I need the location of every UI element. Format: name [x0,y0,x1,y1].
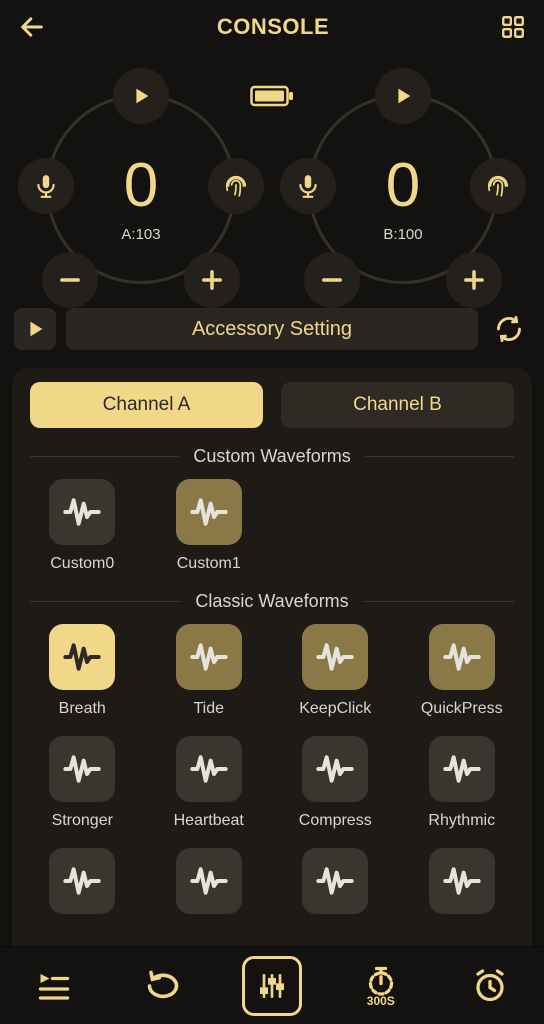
mixer-tab[interactable] [242,956,302,1016]
channel-b-label: B:100 [274,226,532,243]
waveform-label: Compress [299,812,372,830]
channel-b-fingerprint-button[interactable] [470,158,526,214]
classic-wave-QuickPress[interactable]: QuickPress [410,624,515,718]
timer-label: 300S [367,994,395,1008]
page-title: CONSOLE [217,14,329,40]
waveform-label: Rhythmic [428,812,495,830]
channel-a-plus-button[interactable] [184,252,240,308]
waveform-label: KeepClick [299,700,371,718]
waveform-icon [302,736,368,802]
sync-button[interactable] [488,308,530,350]
classic-wave-9[interactable] [157,848,262,914]
waveform-label: Custom0 [50,555,114,573]
tab-channel-b[interactable]: Channel B [281,382,514,428]
waveform-icon [176,479,242,545]
classic-wave-Tide[interactable]: Tide [157,624,262,718]
waveform-icon [49,624,115,690]
waveform-icon [429,624,495,690]
channel-dials: 0 A:103 0 B:100 [0,54,544,304]
waveform-panel: Channel A Channel B Custom Waveforms Cus… [12,368,532,988]
waveform-icon [49,736,115,802]
waveform-label: Custom1 [177,555,241,573]
classic-wave-8[interactable] [30,848,135,914]
channel-b-mic-button[interactable] [280,158,336,214]
classic-wave-KeepClick[interactable]: KeepClick [283,624,388,718]
channel-b-minus-button[interactable] [304,252,360,308]
classic-wave-Breath[interactable]: Breath [30,624,135,718]
waveform-label: Breath [59,700,106,718]
classic-section-title: Classic Waveforms [30,591,514,612]
classic-wave-Heartbeat[interactable]: Heartbeat [157,736,262,830]
accessory-play-button[interactable] [14,308,56,350]
waveform-icon [176,736,242,802]
classic-wave-Rhythmic[interactable]: Rhythmic [410,736,515,830]
bottom-tab-bar: 300S [0,946,544,1024]
waveform-icon [429,848,495,914]
channel-b-play-button[interactable] [375,68,431,124]
channel-a-fingerprint-button[interactable] [208,158,264,214]
waveform-label: Stronger [52,812,113,830]
classic-wave-11[interactable] [410,848,515,914]
waveform-label: QuickPress [421,700,503,718]
playlist-tab[interactable] [24,956,84,1016]
channel-a-mic-button[interactable] [18,158,74,214]
custom-wave-Custom0[interactable]: Custom0 [30,479,135,573]
channel-a-minus-button[interactable] [42,252,98,308]
waveform-icon [49,479,115,545]
classic-wave-Stronger[interactable]: Stronger [30,736,135,830]
channel-b-dial: 0 B:100 [274,54,532,304]
classic-wave-Compress[interactable]: Compress [283,736,388,830]
classic-wave-10[interactable] [283,848,388,914]
waveform-icon [176,848,242,914]
timer-tab[interactable]: 300S [351,956,411,1016]
waveform-icon [176,624,242,690]
back-button[interactable] [18,13,46,41]
custom-section-title: Custom Waveforms [30,446,514,467]
channel-a-label: A:103 [12,226,270,243]
alarm-tab[interactable] [460,956,520,1016]
waveform-icon [302,624,368,690]
accessory-setting-button[interactable]: Accessory Setting [66,308,478,350]
waveform-icon [49,848,115,914]
waveform-label: Tide [193,700,224,718]
tab-channel-a[interactable]: Channel A [30,382,263,428]
channel-a-play-button[interactable] [113,68,169,124]
channel-a-dial: 0 A:103 [12,54,270,304]
channel-b-plus-button[interactable] [446,252,502,308]
waveform-icon [429,736,495,802]
waveform-label: Heartbeat [174,812,244,830]
custom-wave-Custom1[interactable]: Custom1 [157,479,262,573]
loop-tab[interactable] [133,956,193,1016]
waveform-icon [302,848,368,914]
grid-menu-button[interactable] [500,14,526,40]
